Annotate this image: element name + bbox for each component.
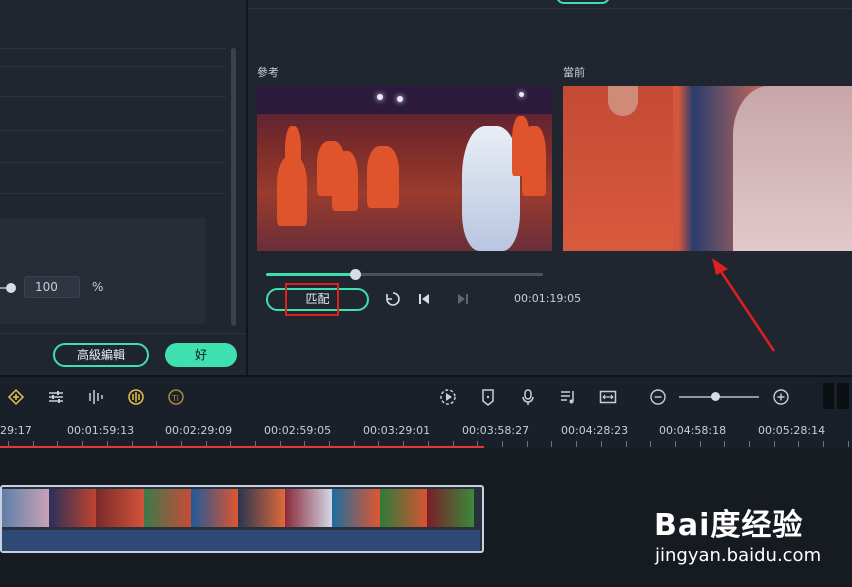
percent-unit: % — [92, 280, 104, 294]
voiceover-icon[interactable] — [559, 388, 577, 406]
ruler-label: 00:04:58:18 — [659, 424, 727, 437]
keyframe-icon[interactable] — [7, 388, 25, 406]
match-highlight-box — [285, 283, 339, 316]
panel-divider — [0, 193, 226, 194]
advanced-edit-button[interactable]: 高級編輯 — [53, 343, 149, 367]
render-icon[interactable] — [439, 388, 457, 406]
ruler-tick — [601, 441, 602, 447]
track-view-toggle[interactable] — [823, 383, 849, 409]
ok-button[interactable]: 好 — [165, 343, 237, 367]
panel-divider — [0, 66, 226, 67]
adjust-icon[interactable] — [47, 388, 65, 406]
watermark-logo: Bai度经验 — [654, 508, 804, 543]
annotation-arrow — [712, 258, 776, 352]
ruler-label: 00:01:59:13 — [67, 424, 135, 437]
panel-divider — [248, 8, 852, 9]
adjustment-box — [0, 218, 206, 324]
ruler-tick — [724, 441, 725, 447]
ruler-tick — [675, 441, 676, 447]
reset-icon[interactable] — [385, 291, 401, 307]
speech-icon[interactable]: Ti — [167, 388, 185, 406]
ruler-tick — [798, 441, 799, 447]
reference-preview — [257, 86, 552, 251]
ruler-tick — [551, 441, 552, 447]
panel-divider — [0, 130, 226, 131]
color-match-icon[interactable] — [127, 388, 145, 406]
fit-icon[interactable] — [599, 388, 617, 406]
previous-frame-icon[interactable] — [416, 291, 432, 307]
ruler-label: 00:02:29:09 — [165, 424, 233, 437]
ruler-tick — [576, 441, 577, 447]
timecode: 00:01:19:05 — [514, 292, 582, 305]
ruler-tick — [502, 441, 503, 447]
ruler-tick — [626, 441, 627, 447]
toggle-button[interactable] — [556, 0, 610, 4]
ruler-label: 00:04:28:23 — [561, 424, 629, 437]
svg-text:Ti: Ti — [171, 394, 179, 403]
ruler-tick — [700, 441, 701, 447]
ruler-tick — [749, 441, 750, 447]
strength-value-input[interactable]: 100 — [24, 276, 80, 298]
ruler-label: 00:03:29:01 — [363, 424, 431, 437]
progress-knob[interactable] — [350, 269, 361, 280]
ruler-tick — [774, 441, 775, 447]
ruler-label: 00:03:58:27 — [462, 424, 530, 437]
ruler-tick — [823, 441, 824, 447]
marker-icon[interactable] — [479, 388, 497, 406]
progress-fill — [266, 273, 355, 276]
current-label: 當前 — [563, 66, 585, 79]
zoom-in-icon[interactable] — [773, 389, 789, 405]
panel-divider — [0, 48, 226, 49]
ruler-label: 29:17 — [0, 424, 32, 437]
ruler-tick — [650, 441, 651, 447]
audio-mixer-icon[interactable] — [87, 388, 105, 406]
clip-audio-waveform — [2, 530, 480, 551]
ruler-label: 00:05:28:14 — [758, 424, 826, 437]
panel-divider — [0, 162, 226, 163]
ruler-tick — [527, 441, 528, 447]
next-frame-icon[interactable] — [455, 291, 471, 307]
clip-thumbnails — [2, 489, 474, 527]
zoom-out-icon[interactable] — [650, 389, 666, 405]
reference-label: 參考 — [257, 66, 279, 79]
panel-divider — [0, 333, 246, 334]
ruler-label: 00:02:59:05 — [264, 424, 332, 437]
panel-scrollbar[interactable] — [231, 48, 236, 326]
watermark-url: jingyan.baidu.com — [655, 545, 822, 566]
panel-divider — [0, 96, 226, 97]
strength-slider-knob[interactable] — [6, 283, 16, 293]
current-preview — [563, 86, 852, 251]
microphone-icon[interactable] — [519, 388, 537, 406]
ruler-tick — [848, 441, 849, 447]
zoom-slider-knob[interactable] — [711, 392, 720, 401]
